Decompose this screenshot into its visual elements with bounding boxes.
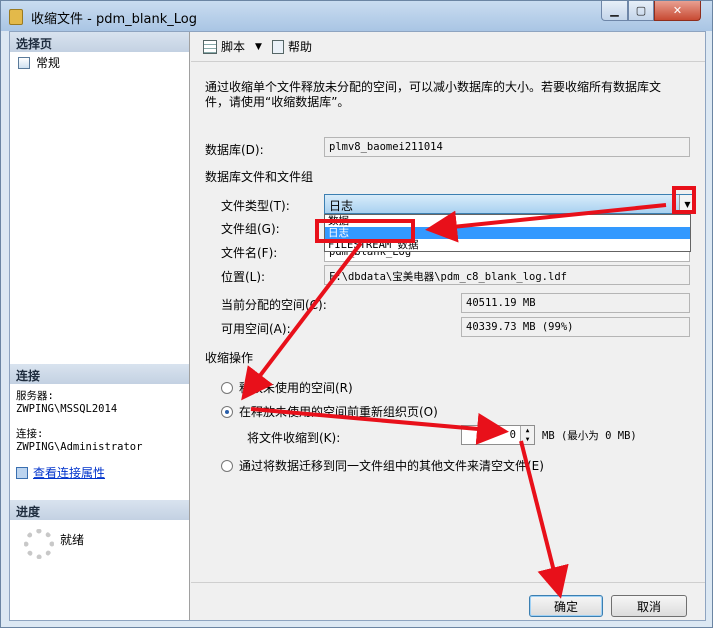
title-bar[interactable]: 收缩文件 - pdm_blank_Log ▁ ▢ ✕ bbox=[1, 1, 712, 31]
footer-divider bbox=[191, 582, 705, 583]
shrink-to-stepper[interactable]: 0 ▲ ▼ bbox=[461, 425, 535, 445]
shrink-unit-text: MB (最小为 0 MB) bbox=[542, 430, 637, 442]
file-type-value: 日志 bbox=[329, 199, 354, 213]
server-value: ZWPING\MSSQL2014 bbox=[16, 403, 118, 415]
empty-file-option[interactable]: 通过将数据迁移到同一文件组中的其他文件来清空文件(E) bbox=[221, 457, 544, 474]
release-unused-option[interactable]: 释放未使用的空间(R) bbox=[221, 379, 353, 396]
free-space-field: 40339.73 MB (99%) bbox=[461, 317, 690, 337]
empty-file-label: 通过将数据迁移到同一文件组中的其他文件来清空文件(E) bbox=[239, 459, 544, 473]
file-type-option[interactable]: FILESTREAM 数据 bbox=[325, 239, 690, 251]
shrink-file-dialog: 收缩文件 - pdm_blank_Log ▁ ▢ ✕ 选择页 常规 连接 服务器… bbox=[0, 0, 713, 628]
connection-label: 连接: bbox=[16, 428, 44, 440]
window-title: 收缩文件 - pdm_blank_Log bbox=[31, 12, 197, 27]
filename-label: 文件名(F): bbox=[221, 246, 278, 260]
script-icon bbox=[203, 39, 217, 54]
server-label: 服务器: bbox=[16, 390, 54, 402]
files-group-title: 数据库文件和文件组 bbox=[205, 170, 314, 184]
minimize-button[interactable]: ▁ bbox=[601, 1, 628, 21]
script-label: 脚本 bbox=[221, 40, 246, 54]
file-type-label: 文件类型(T): bbox=[221, 199, 290, 213]
radio-button[interactable] bbox=[221, 459, 233, 472]
progress-spinner-icon bbox=[24, 529, 54, 559]
description-text: 通过收缩单个文件释放未分配的空间，可以减小数据库的大小。若要收缩所有数据库文件，… bbox=[205, 80, 662, 109]
view-connection-properties-link[interactable]: 查看连接属性 bbox=[16, 464, 105, 481]
script-button[interactable]: 脚本 bbox=[199, 36, 249, 57]
help-label: 帮助 bbox=[287, 40, 312, 54]
location-field: F:\dbdata\宝美电器\pdm_c8_blank_log.ldf bbox=[324, 265, 690, 285]
file-type-option-selected[interactable]: 日志 bbox=[325, 227, 690, 239]
left-pane: 选择页 常规 连接 服务器: ZWPING\MSSQL2014 连接: ZWPI… bbox=[10, 32, 190, 620]
database-field: plmv8_baomei211014 bbox=[324, 137, 690, 157]
progress-status: 就绪 bbox=[60, 533, 85, 547]
select-page-header: 选择页 bbox=[10, 32, 189, 52]
help-icon bbox=[271, 39, 284, 54]
allocated-field: 40511.19 MB bbox=[461, 293, 690, 313]
chevron-down-icon[interactable]: ▼ bbox=[679, 195, 695, 213]
view-props-label: 查看连接属性 bbox=[33, 466, 106, 480]
file-type-option[interactable]: 数据 bbox=[325, 215, 690, 227]
shrink-action-title: 收缩操作 bbox=[205, 351, 254, 365]
page-item-label: 常规 bbox=[36, 56, 61, 70]
shrink-to-label: 将文件收缩到(K): bbox=[247, 431, 341, 445]
close-button[interactable]: ✕ bbox=[654, 1, 701, 21]
right-pane: 脚本 ▼ 帮助 通过收缩单个文件释放未分配的空间，可以减小数据库的大小。若要收缩… bbox=[191, 32, 705, 620]
radio-button-selected[interactable] bbox=[221, 405, 233, 418]
file-type-select[interactable]: 日志 ▼ bbox=[324, 194, 696, 214]
cancel-button[interactable]: 取消 bbox=[611, 595, 687, 617]
filegroup-label: 文件组(G): bbox=[221, 222, 280, 236]
shrink-to-value: 0 bbox=[509, 429, 516, 441]
progress-header: 进度 bbox=[10, 500, 189, 520]
database-icon bbox=[9, 9, 23, 25]
release-unused-label: 释放未使用的空间(R) bbox=[239, 381, 353, 395]
dialog-client: 选择页 常规 连接 服务器: ZWPING\MSSQL2014 连接: ZWPI… bbox=[9, 31, 706, 621]
location-label: 位置(L): bbox=[221, 270, 266, 284]
page-item-general[interactable]: 常规 bbox=[18, 54, 60, 71]
maximize-button[interactable]: ▢ bbox=[628, 1, 654, 21]
ok-button[interactable]: 确定 bbox=[529, 595, 603, 617]
script-dropdown-icon[interactable]: ▼ bbox=[255, 42, 262, 52]
database-label: 数据库(D): bbox=[205, 143, 264, 157]
spin-arrows-icon[interactable]: ▲ ▼ bbox=[520, 426, 534, 444]
connection-header: 连接 bbox=[10, 364, 189, 384]
reorganize-option[interactable]: 在释放未使用的空间前重新组织页(O) bbox=[221, 403, 438, 420]
free-space-label: 可用空间(A): bbox=[221, 322, 291, 336]
allocated-label: 当前分配的空间(C): bbox=[221, 298, 327, 312]
connection-value: ZWPING\Administrator bbox=[16, 441, 143, 453]
file-type-dropdown-list: 数据 日志 FILESTREAM 数据 bbox=[324, 214, 691, 252]
properties-icon bbox=[16, 466, 28, 479]
radio-button[interactable] bbox=[221, 381, 233, 394]
page-icon bbox=[18, 56, 30, 69]
help-button[interactable]: 帮助 bbox=[268, 36, 316, 57]
reorganize-label: 在释放未使用的空间前重新组织页(O) bbox=[239, 405, 438, 419]
toolbar: 脚本 ▼ 帮助 bbox=[191, 32, 705, 62]
